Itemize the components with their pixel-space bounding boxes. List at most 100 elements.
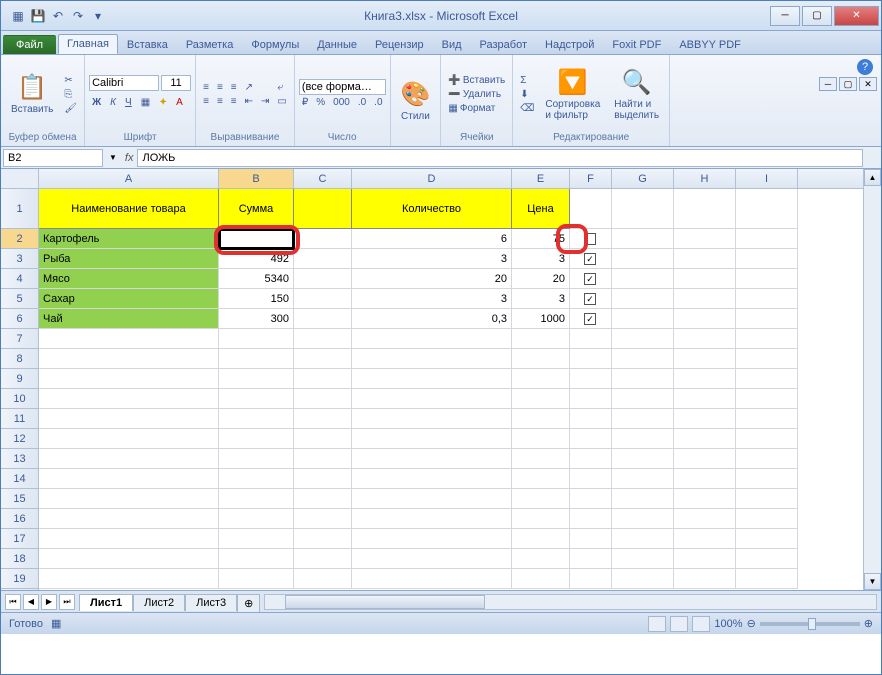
row-header-4[interactable]: 4 [1, 269, 38, 289]
cell-i19[interactable] [736, 569, 798, 589]
col-header-f[interactable]: F [570, 169, 612, 188]
cell-c14[interactable] [294, 469, 352, 489]
cell-g2[interactable] [612, 229, 674, 249]
cell-e12[interactable] [512, 429, 570, 449]
cell-b15[interactable] [219, 489, 294, 509]
cell-g4[interactable] [612, 269, 674, 289]
cell-g17[interactable] [612, 529, 674, 549]
find-select-button[interactable]: 🔍 Найти и выделить [608, 57, 665, 131]
cell-d11[interactable] [352, 409, 512, 429]
col-header-e[interactable]: E [512, 169, 570, 188]
new-sheet-button[interactable]: ⊕ [237, 594, 260, 612]
cell-a14[interactable] [39, 469, 219, 489]
format-cells-button[interactable]: ▦ Формат [445, 102, 508, 115]
cell-h11[interactable] [674, 409, 736, 429]
cell-b6[interactable]: 300 [219, 309, 294, 329]
cell-d9[interactable] [352, 369, 512, 389]
cell-d12[interactable] [352, 429, 512, 449]
cell-f13[interactable] [570, 449, 612, 469]
percent-button[interactable]: % [313, 96, 328, 109]
cell-d16[interactable] [352, 509, 512, 529]
redo-icon[interactable]: ↷ [69, 7, 87, 25]
cell-e7[interactable] [512, 329, 570, 349]
cell-c18[interactable] [294, 549, 352, 569]
cell-i18[interactable] [736, 549, 798, 569]
sheet-tab-3[interactable]: Лист3 [185, 594, 237, 611]
cell-a12[interactable] [39, 429, 219, 449]
number-format-select[interactable]: (все форма… [299, 79, 386, 95]
cell-d13[interactable] [352, 449, 512, 469]
doc-minimize-button[interactable]: ─ [819, 77, 837, 91]
cell-c11[interactable] [294, 409, 352, 429]
row-header-6[interactable]: 6 [1, 309, 38, 329]
cell-b1[interactable]: Сумма [219, 189, 294, 229]
view-layout-button[interactable] [670, 616, 688, 632]
cell-i9[interactable] [736, 369, 798, 389]
autosum-button[interactable]: Σ [517, 74, 537, 87]
cell-b5[interactable]: 150 [219, 289, 294, 309]
cell-b19[interactable] [219, 569, 294, 589]
row-header-15[interactable]: 15 [1, 489, 38, 509]
checkbox-row-3[interactable]: ✓ [584, 253, 596, 265]
cell-d8[interactable] [352, 349, 512, 369]
cell-i7[interactable] [736, 329, 798, 349]
col-header-a[interactable]: A [39, 169, 219, 188]
cell-h7[interactable] [674, 329, 736, 349]
cell-i15[interactable] [736, 489, 798, 509]
cell-a16[interactable] [39, 509, 219, 529]
cell-d6[interactable]: 0,3 [352, 309, 512, 329]
cell-e16[interactable] [512, 509, 570, 529]
zoom-slider[interactable] [760, 622, 860, 626]
cell-f15[interactable] [570, 489, 612, 509]
cell-h16[interactable] [674, 509, 736, 529]
sheet-tab-2[interactable]: Лист2 [133, 594, 185, 611]
row-header-2[interactable]: 2 [1, 229, 38, 249]
cell-d18[interactable] [352, 549, 512, 569]
col-header-c[interactable]: C [294, 169, 352, 188]
font-color-button[interactable]: A [173, 94, 186, 111]
cell-f8[interactable] [570, 349, 612, 369]
cell-g1[interactable] [612, 189, 674, 229]
cell-h13[interactable] [674, 449, 736, 469]
cell-g7[interactable] [612, 329, 674, 349]
horizontal-scrollbar[interactable] [264, 594, 877, 610]
cell-f19[interactable] [570, 569, 612, 589]
checkbox-row-2[interactable] [584, 233, 596, 245]
italic-button[interactable]: К [107, 94, 119, 111]
row-header-1[interactable]: 1 [1, 189, 38, 229]
cell-i5[interactable] [736, 289, 798, 309]
cell-e18[interactable] [512, 549, 570, 569]
row-header-9[interactable]: 9 [1, 369, 38, 389]
cell-g15[interactable] [612, 489, 674, 509]
bold-button[interactable]: Ж [89, 94, 104, 111]
tab-developer[interactable]: Разработ [471, 35, 536, 54]
cell-c1[interactable] [294, 189, 352, 229]
cell-b4[interactable]: 5340 [219, 269, 294, 289]
cell-a11[interactable] [39, 409, 219, 429]
cell-b17[interactable] [219, 529, 294, 549]
view-normal-button[interactable] [648, 616, 666, 632]
cell-f18[interactable] [570, 549, 612, 569]
cell-h8[interactable] [674, 349, 736, 369]
maximize-button[interactable]: ▢ [802, 6, 832, 26]
cell-h3[interactable] [674, 249, 736, 269]
col-header-i[interactable]: I [736, 169, 798, 188]
row-header-18[interactable]: 18 [1, 549, 38, 569]
align-middle-button[interactable]: ≡ [214, 81, 226, 94]
cell-a6[interactable]: Чай [39, 309, 219, 329]
insert-cells-button[interactable]: ➕ Вставить [445, 74, 508, 87]
cell-f1[interactable] [570, 189, 612, 229]
cell-a1[interactable]: Наименование товара [39, 189, 219, 229]
hscroll-thumb[interactable] [285, 595, 485, 609]
help-button[interactable]: ? [857, 59, 873, 75]
cell-d10[interactable] [352, 389, 512, 409]
cell-a19[interactable] [39, 569, 219, 589]
cell-a3[interactable]: Рыба [39, 249, 219, 269]
cell-a18[interactable] [39, 549, 219, 569]
cell-h19[interactable] [674, 569, 736, 589]
cell-g16[interactable] [612, 509, 674, 529]
cell-a5[interactable]: Сахар [39, 289, 219, 309]
cell-c2[interactable] [294, 229, 352, 249]
row-header-12[interactable]: 12 [1, 429, 38, 449]
cell-e2[interactable]: 75 [512, 229, 570, 249]
